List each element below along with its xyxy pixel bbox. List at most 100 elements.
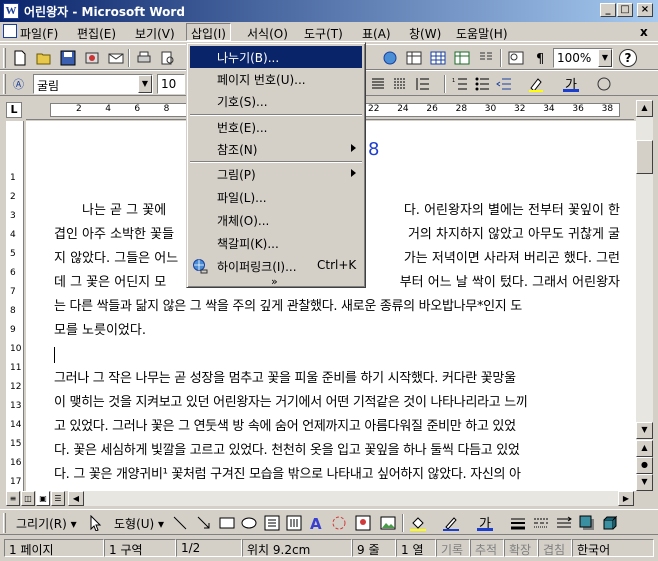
horizontal-scrollbar[interactable]: ≡ ◫ ▣ ☰ ◀ ▶ — [6, 491, 636, 508]
text-box-icon[interactable] — [264, 515, 280, 531]
phonetic-guide-icon[interactable] — [596, 76, 612, 92]
oval-tool-icon[interactable] — [241, 515, 257, 531]
toolbar-grip[interactable] — [3, 513, 6, 533]
help-icon[interactable]: ? — [619, 49, 637, 67]
document-map-icon[interactable] — [508, 50, 524, 66]
web-layout-view-button[interactable]: ◫ — [21, 491, 35, 506]
dash-style-icon[interactable] — [533, 515, 549, 531]
insert-picture-icon[interactable] — [380, 515, 396, 531]
horizontal-scroll-track[interactable] — [84, 491, 618, 506]
scroll-down-button[interactable]: ▼ — [636, 422, 653, 439]
maximize-button[interactable]: □ — [617, 3, 633, 17]
email-icon[interactable] — [108, 50, 124, 66]
open-folder-icon[interactable] — [36, 50, 52, 66]
distributed-icon[interactable] — [392, 76, 408, 92]
line-style-icon[interactable] — [510, 515, 526, 531]
line-tool-icon[interactable] — [172, 515, 188, 531]
menu-window[interactable]: 창(W) — [409, 25, 441, 42]
shadow-style-icon[interactable] — [579, 515, 595, 531]
tables-borders-icon[interactable] — [406, 50, 422, 66]
line-color-icon[interactable] — [443, 515, 459, 531]
expand-menu-chevron-icon[interactable]: » — [271, 275, 278, 288]
menu-item-numbering[interactable]: 번호(E)... — [190, 116, 362, 138]
font-size-select[interactable]: 10 — [157, 74, 185, 94]
menu-item-page-numbers[interactable]: 페이지 번호(U)... — [190, 68, 362, 90]
vertical-scrollbar[interactable]: ▲ ▼ ▲ ● ▼ — [636, 100, 653, 491]
status-cell[interactable]: 기록 — [436, 539, 470, 557]
clip-art-icon[interactable] — [355, 515, 371, 531]
document-icon[interactable] — [3, 24, 17, 38]
fill-color-icon[interactable] — [410, 515, 426, 531]
menu-view[interactable]: 보기(V) — [135, 25, 175, 42]
menu-file[interactable]: 파일(F) — [20, 25, 58, 42]
status-cell[interactable]: 겹침 — [538, 539, 572, 557]
arrow-style-icon[interactable] — [556, 515, 572, 531]
menu-item-object[interactable]: 개체(O)... — [190, 209, 362, 231]
wordart-icon[interactable]: A — [308, 515, 324, 531]
menu-item-reference[interactable]: 참조(N) — [190, 138, 362, 160]
menu-table[interactable]: 표(A) — [362, 25, 391, 42]
menu-insert[interactable]: 삽입(I) — [186, 23, 231, 41]
save-icon[interactable] — [60, 50, 76, 66]
menu-item-symbol[interactable]: 기호(S)... — [190, 90, 362, 112]
select-objects-icon[interactable] — [88, 515, 104, 531]
highlight-icon[interactable] — [528, 76, 544, 92]
insert-excel-icon[interactable] — [454, 50, 470, 66]
zoom-select[interactable]: 100% ▼ — [553, 48, 613, 68]
print-layout-view-button[interactable]: ▣ — [36, 491, 50, 506]
3d-style-icon[interactable] — [602, 515, 618, 531]
menu-format[interactable]: 서식(O) — [247, 25, 288, 42]
normal-view-button[interactable]: ≡ — [6, 491, 20, 506]
line-spacing-icon[interactable] — [414, 76, 430, 92]
scroll-right-button[interactable]: ▶ — [618, 491, 634, 506]
select-browse-object-button[interactable]: ● — [636, 457, 653, 474]
permission-icon[interactable] — [84, 50, 100, 66]
justify-icon[interactable] — [370, 76, 386, 92]
arrow-tool-icon[interactable] — [196, 515, 212, 531]
tab-selector[interactable]: L — [6, 102, 22, 118]
menu-help[interactable]: 도움말(H) — [456, 25, 508, 42]
vertical-text-box-icon[interactable] — [286, 515, 302, 531]
scroll-up-button[interactable]: ▲ — [636, 100, 653, 117]
menu-tools[interactable]: 도구(T) — [304, 25, 343, 42]
menu-item-hyperlink[interactable]: 하이퍼링크(I)... Ctrl+K — [190, 255, 362, 277]
numbering-icon[interactable]: 1 — [452, 76, 468, 92]
menu-item-picture[interactable]: 그림(P) — [190, 163, 362, 185]
status-cell[interactable]: 확장 — [504, 539, 538, 557]
minimize-button[interactable]: _ — [600, 3, 616, 17]
outline-view-button[interactable]: ☰ — [51, 491, 65, 506]
ruler-number: 26 — [426, 104, 438, 114]
font-color-icon[interactable]: 가 — [562, 74, 580, 93]
drawing-font-color-icon[interactable]: 가 — [476, 513, 494, 532]
menu-edit[interactable]: 편집(E) — [77, 25, 116, 42]
draw-menu-button[interactable]: 그리기(R) ▾ — [16, 515, 77, 532]
menu-item-file[interactable]: 파일(L)... — [190, 186, 362, 208]
toolbar-grip[interactable] — [3, 48, 6, 68]
decrease-indent-icon[interactable] — [496, 76, 512, 92]
styles-icon[interactable]: Ⓐ — [12, 76, 28, 92]
close-button[interactable]: × — [637, 3, 653, 17]
autoshapes-menu-button[interactable]: 도형(U) ▾ — [114, 515, 164, 532]
scroll-thumb[interactable] — [636, 140, 653, 174]
diagram-icon[interactable] — [331, 515, 347, 531]
show-hide-icon[interactable]: ¶ — [532, 50, 548, 66]
insert-table-icon[interactable] — [430, 50, 446, 66]
print-icon[interactable] — [136, 50, 152, 66]
bullets-icon[interactable] — [474, 76, 490, 92]
vertical-ruler[interactable]: 1 2 3 4 5 6 7 8 9 10 11 12 13 14 15 16 17 — [6, 121, 24, 491]
previous-page-button[interactable]: ▲ — [636, 440, 653, 457]
web-toolbar-icon[interactable] — [382, 50, 398, 66]
toolbar-grip[interactable] — [3, 74, 6, 94]
close-document-button[interactable]: x — [640, 25, 648, 39]
new-document-icon[interactable] — [12, 50, 28, 66]
next-page-button[interactable]: ▼ — [636, 474, 653, 491]
menu-item-bookmark[interactable]: 책갈피(K)... — [190, 232, 362, 254]
font-select[interactable]: 굴림 ▼ — [33, 74, 153, 94]
status-cell[interactable]: 추적 — [470, 539, 504, 557]
scroll-left-button[interactable]: ◀ — [68, 491, 84, 506]
columns-icon[interactable] — [478, 50, 494, 66]
menu-item-break[interactable]: 나누기(B)... — [190, 46, 362, 68]
rectangle-tool-icon[interactable] — [219, 515, 235, 531]
print-preview-icon[interactable] — [160, 50, 176, 66]
word-app-icon[interactable]: W — [3, 3, 19, 19]
